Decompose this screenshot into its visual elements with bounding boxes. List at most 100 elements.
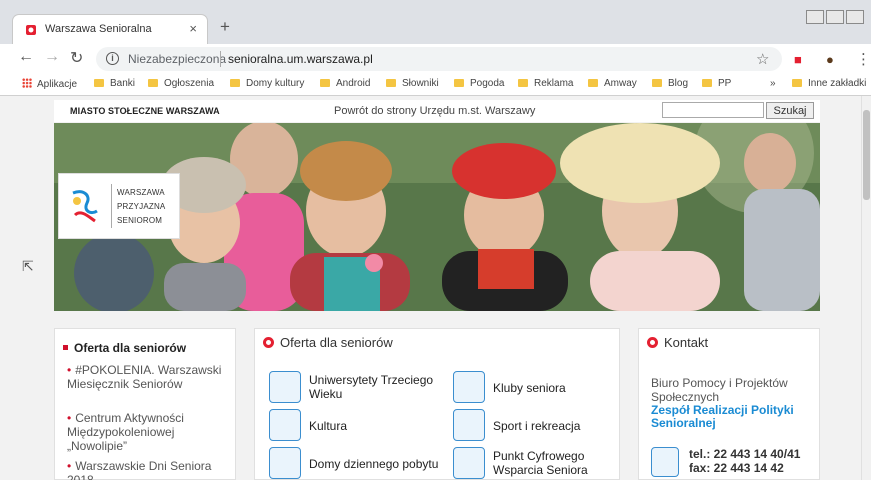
puzzle-icon[interactable]	[453, 371, 485, 403]
bookmark-slowniki[interactable]: Słowniki	[386, 78, 439, 89]
red-ring-icon	[647, 337, 658, 348]
tab-title: Warszawa Senioralna	[45, 23, 152, 35]
brand-divider	[111, 184, 112, 228]
site-search-input[interactable]	[662, 102, 764, 118]
bookmark-pp[interactable]: PP	[702, 78, 731, 89]
city-name[interactable]: MIASTO STOŁECZNE WARSZAWA	[70, 106, 220, 116]
bookmark-reklama[interactable]: Reklama	[518, 78, 573, 89]
new-tab-button[interactable]: +	[220, 17, 230, 37]
search-button[interactable]: Szukaj	[766, 102, 814, 119]
site-favicon-icon	[26, 25, 36, 35]
bookmark-label: Inne zakładki	[808, 78, 867, 89]
contact-title-text: Kontakt	[664, 335, 709, 350]
url-divider	[220, 51, 221, 67]
bookmark-label: Android	[336, 78, 371, 89]
bookmark-label: Reklama	[534, 78, 574, 89]
warsaw-mermaid-logo-icon	[72, 190, 98, 223]
phone-icon	[651, 447, 679, 477]
apps-grid-icon	[22, 78, 32, 88]
bookmarks-bar: Aplikacje Banki Ogłoszenia Domy kultury …	[0, 74, 871, 96]
bookmark-label: PP	[718, 78, 732, 89]
bookmark-star-icon[interactable]: ☆	[756, 50, 769, 68]
url-text[interactable]: senioralna.um.warszawa.pl	[228, 52, 373, 66]
profile-extension-icon[interactable]: ●	[826, 52, 834, 67]
bookmark-android[interactable]: Android	[320, 78, 370, 89]
dumbbell-icon[interactable]	[453, 409, 485, 441]
offer-panel-title: Oferta dla seniorów	[263, 335, 393, 350]
brand-line-3: SENIOROM	[117, 216, 163, 225]
offer-panel: Oferta dla seniorów Uniwersytety Trzecie…	[254, 328, 620, 480]
sidebar-item-centrum[interactable]: • Centrum Aktywności Międzypokoleniowej „…	[67, 411, 232, 453]
bookmark-amway[interactable]: Amway	[588, 78, 637, 89]
contact-fax: fax: 22 443 14 42	[689, 461, 784, 475]
contact-panel: Kontakt Biuro Pomocy i Projektów Społecz…	[638, 328, 820, 480]
security-label: Niezabezpieczona	[128, 52, 227, 66]
address-bar[interactable]: i Niezabezpieczona senioralna.um.warszaw…	[96, 47, 782, 71]
contact-panel-title: Kontakt	[647, 335, 708, 350]
bullet-icon: •	[67, 363, 72, 377]
bookmark-label: Domy kultury	[246, 78, 305, 89]
page-scrollbar[interactable]	[861, 96, 871, 480]
bookmark-pogoda[interactable]: Pogoda	[454, 78, 504, 89]
offer-domy-link[interactable]: Domy dziennego pobytu	[309, 457, 438, 471]
bookmark-label: Pogoda	[470, 78, 505, 89]
bookmarks-overflow-icon[interactable]: »	[770, 78, 776, 89]
folder-icon	[94, 79, 104, 87]
bookmark-label: Blog	[668, 78, 689, 89]
calendar-icon[interactable]	[269, 447, 301, 479]
folder-icon	[588, 79, 598, 87]
forward-arrow-icon[interactable]: →	[44, 48, 60, 66]
sidebar-item-pokolenia[interactable]: • #POKOLENIA. Warszawski Miesięcznik Seni…	[67, 363, 232, 391]
book-icon[interactable]	[269, 371, 301, 403]
sidebar-item-label: Centrum Aktywności Międzypokoleniowej „N…	[67, 411, 184, 453]
red-square-icon	[63, 345, 68, 350]
sidebar-panel: Oferta dla seniorów • #POKOLENIA. Warszaw…	[54, 328, 236, 480]
bookmark-banki[interactable]: Banki	[94, 78, 135, 89]
bookmark-label: Ogłoszenia	[164, 78, 215, 89]
contact-tel: tel.: 22 443 14 40/41	[689, 447, 801, 461]
offer-kultura-link[interactable]: Kultura	[309, 419, 347, 433]
offer-cyfrowy-link[interactable]: Punkt Cyfrowego Wsparcia Seniora	[493, 449, 613, 477]
clock-icon[interactable]	[453, 447, 485, 479]
bookmark-other[interactable]: Inne zakładki	[792, 78, 866, 89]
theater-icon[interactable]	[269, 409, 301, 441]
offer-sport-link[interactable]: Sport i rekreacja	[493, 419, 580, 433]
bookmark-domy-kultury[interactable]: Domy kultury	[230, 78, 304, 89]
back-arrow-icon[interactable]: ←	[18, 48, 34, 66]
info-icon[interactable]: i	[106, 52, 119, 65]
folder-icon	[792, 79, 802, 87]
browser-tab[interactable]: Warszawa Senioralna ×	[12, 14, 208, 44]
sidebar-title: Oferta dla seniorów	[63, 341, 186, 355]
sidebar-item-label: Warszawskie Dni Seniora 2018	[67, 459, 212, 480]
offer-utw-link[interactable]: Uniwersytety Trzeciego Wieku	[309, 373, 449, 401]
reload-icon[interactable]: ↻	[70, 48, 83, 68]
bookmark-ogloszenia[interactable]: Ogłoszenia	[148, 78, 214, 89]
folder-icon	[148, 79, 158, 87]
brand-line-2: PRZYJAZNA	[117, 202, 166, 211]
offer-kluby-link[interactable]: Kluby seniora	[493, 381, 566, 395]
bookmark-label: Aplikacje	[37, 79, 78, 90]
browser-menu-icon[interactable]: ⋮	[856, 50, 871, 68]
offer-title-text: Oferta dla seniorów	[280, 335, 393, 350]
sidebar-item-dni-seniora[interactable]: • Warszawskie Dni Seniora 2018	[67, 459, 232, 480]
folder-icon	[518, 79, 528, 87]
bookmark-label: Słowniki	[402, 78, 439, 89]
maximize-icon[interactable]	[826, 10, 844, 24]
bookmark-label: Amway	[604, 78, 637, 89]
brand-logo-box[interactable]: WARSZAWA PRZYJAZNA SENIOROM	[58, 173, 180, 239]
folder-icon	[320, 79, 330, 87]
contact-team-link[interactable]: Zespół Realizacji Polityki Senioralnej	[651, 404, 821, 430]
back-to-city-link[interactable]: Powrót do strony Urzędu m.st. Warszawy	[334, 105, 535, 117]
folder-icon	[454, 79, 464, 87]
folder-icon	[652, 79, 662, 87]
window-close-icon[interactable]	[846, 10, 864, 24]
bookmark-blog[interactable]: Blog	[652, 78, 688, 89]
sidebar-item-label: #POKOLENIA. Warszawski Miesięcznik Senio…	[67, 363, 222, 391]
scrollbar-thumb[interactable]	[863, 110, 870, 200]
folder-icon	[702, 79, 712, 87]
sidebar-title-text: Oferta dla seniorów	[74, 341, 187, 355]
minimize-icon[interactable]	[806, 10, 824, 24]
tab-close-icon[interactable]: ×	[189, 21, 197, 36]
extension-notification-icon[interactable]: ■	[794, 52, 802, 67]
apps-shortcut[interactable]: Aplikacje	[22, 78, 77, 90]
